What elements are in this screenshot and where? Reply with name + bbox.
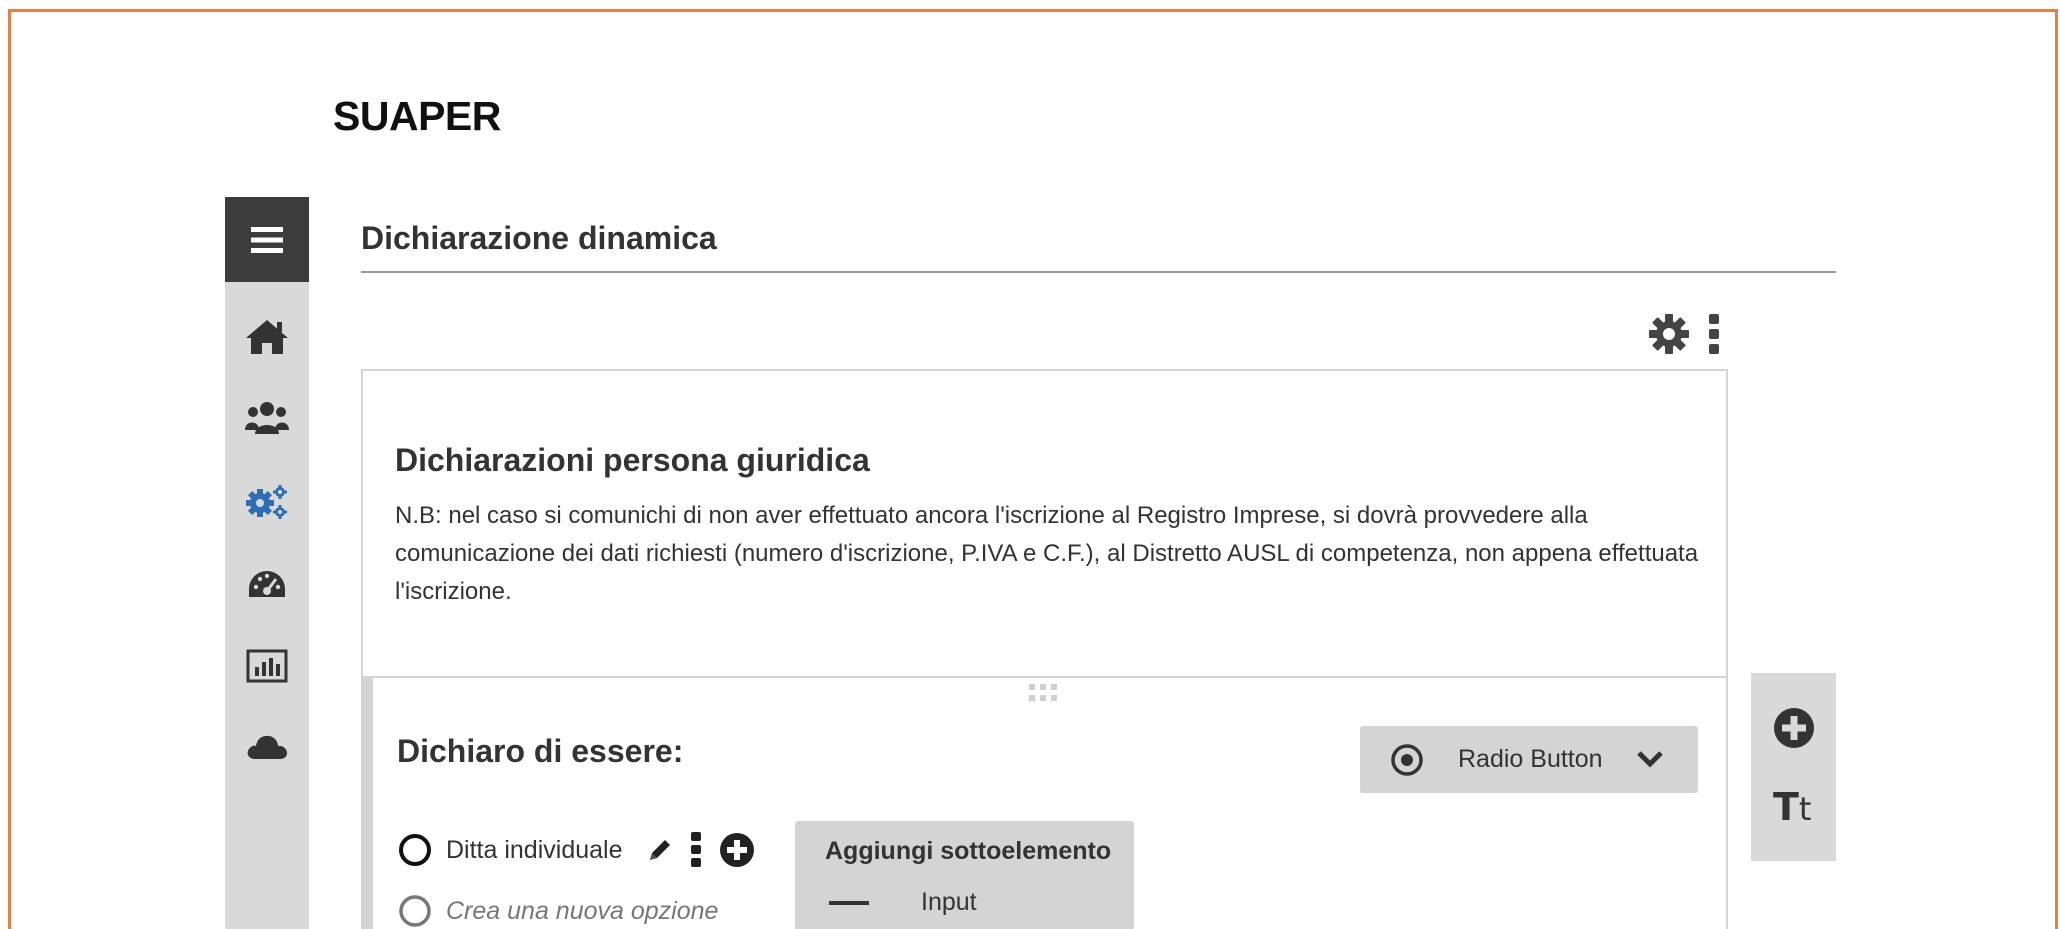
sidebar-item-settings[interactable] [225, 474, 309, 530]
subelement-item-label: Input [921, 888, 977, 916]
gears-icon [246, 485, 287, 519]
sidebar [225, 197, 309, 929]
text-size-icon[interactable]: Tt [1773, 785, 1811, 829]
cloud-icon [247, 735, 287, 759]
add-subelement-title: Aggiungi sottoelemento [825, 837, 1112, 865]
subelement-item-input[interactable]: Input [829, 888, 977, 917]
question-title[interactable]: Dichiaro di essere: [397, 733, 683, 770]
question-type-select[interactable]: Radio Button [1360, 726, 1698, 793]
form-toolbar [1648, 313, 1720, 355]
radio-unchecked-icon[interactable] [398, 833, 432, 867]
users-icon [245, 402, 289, 434]
page-title: Dichiarazione dinamica [361, 220, 717, 256]
menu-toggle-button[interactable] [225, 197, 309, 282]
option-tools [647, 832, 755, 868]
question-type-label: Radio Button [1458, 745, 1603, 773]
chart-icon [246, 649, 288, 683]
element-toolbox: Tt [1751, 673, 1836, 861]
section-note: N.B: nel caso si comunichi di non aver e… [395, 502, 1699, 605]
section-heading: Dichiarazioni persona giuridica [395, 442, 870, 478]
dashboard-icon [249, 571, 285, 597]
plus-circle-icon[interactable] [719, 832, 755, 868]
sidebar-item-cloud[interactable] [225, 718, 309, 774]
app-brand: SUAPER [333, 93, 501, 139]
home-icon [246, 320, 288, 354]
sidebar-item-reports[interactable] [225, 638, 309, 694]
title-divider [361, 271, 1836, 273]
more-vertical-icon[interactable] [690, 832, 701, 868]
chevron-down-icon [1637, 751, 1663, 768]
radio-option[interactable]: Ditta individuale [398, 832, 755, 868]
new-option-row[interactable]: Crea una nuova opzione [398, 894, 718, 928]
sidebar-item-home[interactable] [225, 309, 309, 365]
radio-option-label[interactable]: Ditta individuale [446, 836, 623, 865]
hamburger-icon [251, 226, 283, 253]
drag-handle-icon[interactable] [1029, 684, 1057, 702]
radio-unchecked-icon [399, 895, 431, 927]
radio-button-icon [1391, 743, 1423, 776]
more-vertical-icon[interactable] [1708, 313, 1720, 355]
gear-icon[interactable] [1648, 313, 1690, 355]
pencil-icon[interactable] [647, 837, 673, 863]
minus-icon [829, 900, 869, 905]
plus-circle-icon[interactable] [1773, 707, 1815, 749]
new-option-input[interactable]: Crea una nuova opzione [446, 897, 718, 926]
add-subelement-menu: Aggiungi sottoelemento Input [795, 821, 1134, 929]
sidebar-item-users[interactable] [225, 390, 309, 446]
sidebar-item-dashboard[interactable] [225, 557, 309, 613]
